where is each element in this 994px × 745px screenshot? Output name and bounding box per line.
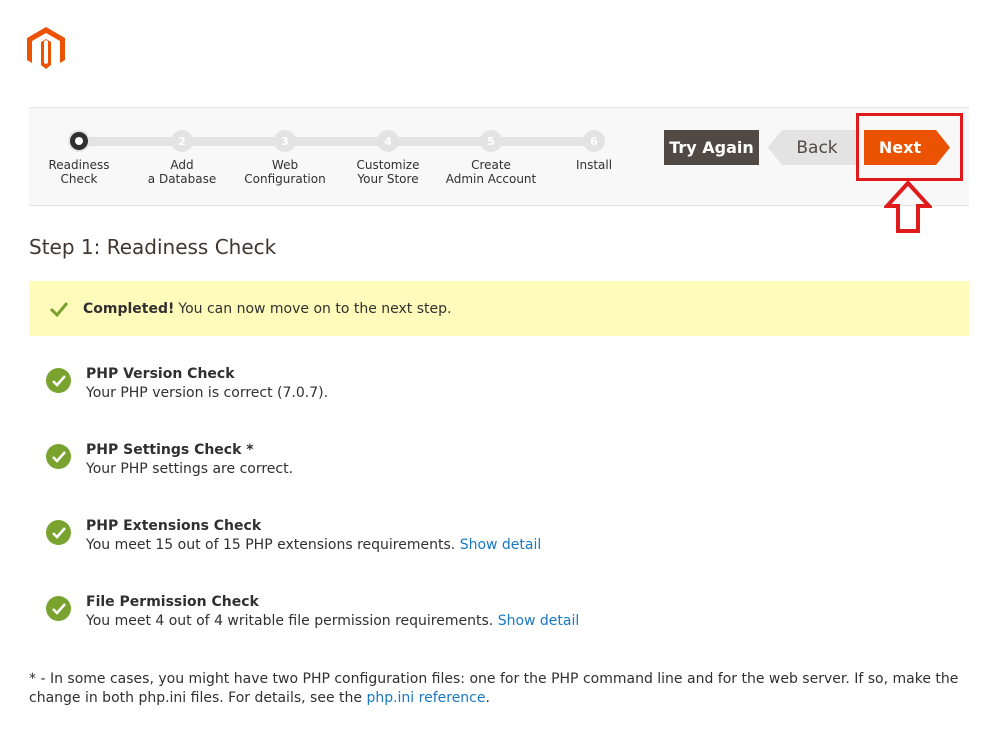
check-title: PHP Extensions Check xyxy=(86,518,262,534)
check-success-icon xyxy=(46,520,71,545)
show-detail-link[interactable]: Show detail xyxy=(498,613,580,629)
step-label: Web Configuration xyxy=(244,158,326,186)
check-desc: Your PHP settings are correct. xyxy=(86,461,294,477)
step-number: 5 xyxy=(480,130,502,152)
check-success-icon xyxy=(46,596,71,621)
step-customize-store: 4 Customize Your Store xyxy=(328,130,448,186)
checkmark-icon xyxy=(49,301,69,317)
check-desc: You meet 15 out of 15 PHP extensions req… xyxy=(86,537,456,553)
success-notice: Completed! You can now move on to the ne… xyxy=(29,281,969,336)
check-success-icon xyxy=(46,368,71,393)
footnote-text: * - In some cases, you might have two PH… xyxy=(29,671,959,706)
check-title: PHP Settings Check * xyxy=(86,442,254,458)
check-desc-row: You meet 15 out of 15 PHP extensions req… xyxy=(86,537,541,553)
step-readiness-check: Readiness Check xyxy=(19,130,139,186)
check-title: File Permission Check xyxy=(86,594,259,610)
step-number: 3 xyxy=(274,130,296,152)
check-desc: Your PHP version is correct (7.0.7). xyxy=(86,385,329,401)
notice-strong: Completed! xyxy=(83,300,175,317)
php-ini-reference-link[interactable]: php.ini reference xyxy=(366,690,485,706)
check-desc-row: You meet 4 out of 4 writable file permis… xyxy=(86,613,579,629)
step-create-admin: 5 Create Admin Account xyxy=(431,130,551,186)
footnote-end: . xyxy=(485,690,490,706)
step-label: Customize Your Store xyxy=(356,158,420,186)
magento-logo-icon xyxy=(27,27,65,69)
step-web-configuration: 3 Web Configuration xyxy=(225,130,345,186)
try-again-button[interactable]: Try Again xyxy=(664,130,759,165)
check-desc: You meet 4 out of 4 writable file permis… xyxy=(86,613,494,629)
notice-text: You can now move on to the next step. xyxy=(178,300,452,317)
step-install: 6 Install xyxy=(534,130,654,172)
step-label: Add a Database xyxy=(147,158,217,186)
step-number: 2 xyxy=(171,130,193,152)
step-label: Readiness Check xyxy=(48,158,110,186)
check-success-icon xyxy=(46,444,71,469)
step-label: Create Admin Account xyxy=(445,158,537,186)
check-title: PHP Version Check xyxy=(86,366,235,382)
step-active-indicator xyxy=(68,130,90,152)
page-title: Step 1: Readiness Check xyxy=(29,235,277,259)
show-detail-link[interactable]: Show detail xyxy=(460,537,542,553)
step-add-database: 2 Add a Database xyxy=(122,130,242,186)
footnote: * - In some cases, you might have two PH… xyxy=(29,670,969,708)
up-arrow-icon xyxy=(884,180,932,233)
step-label: Install xyxy=(575,158,613,172)
step-number: 4 xyxy=(377,130,399,152)
back-button[interactable]: Back xyxy=(768,130,856,165)
annotation-highlight-box xyxy=(856,113,963,181)
step-number: 6 xyxy=(583,130,605,152)
